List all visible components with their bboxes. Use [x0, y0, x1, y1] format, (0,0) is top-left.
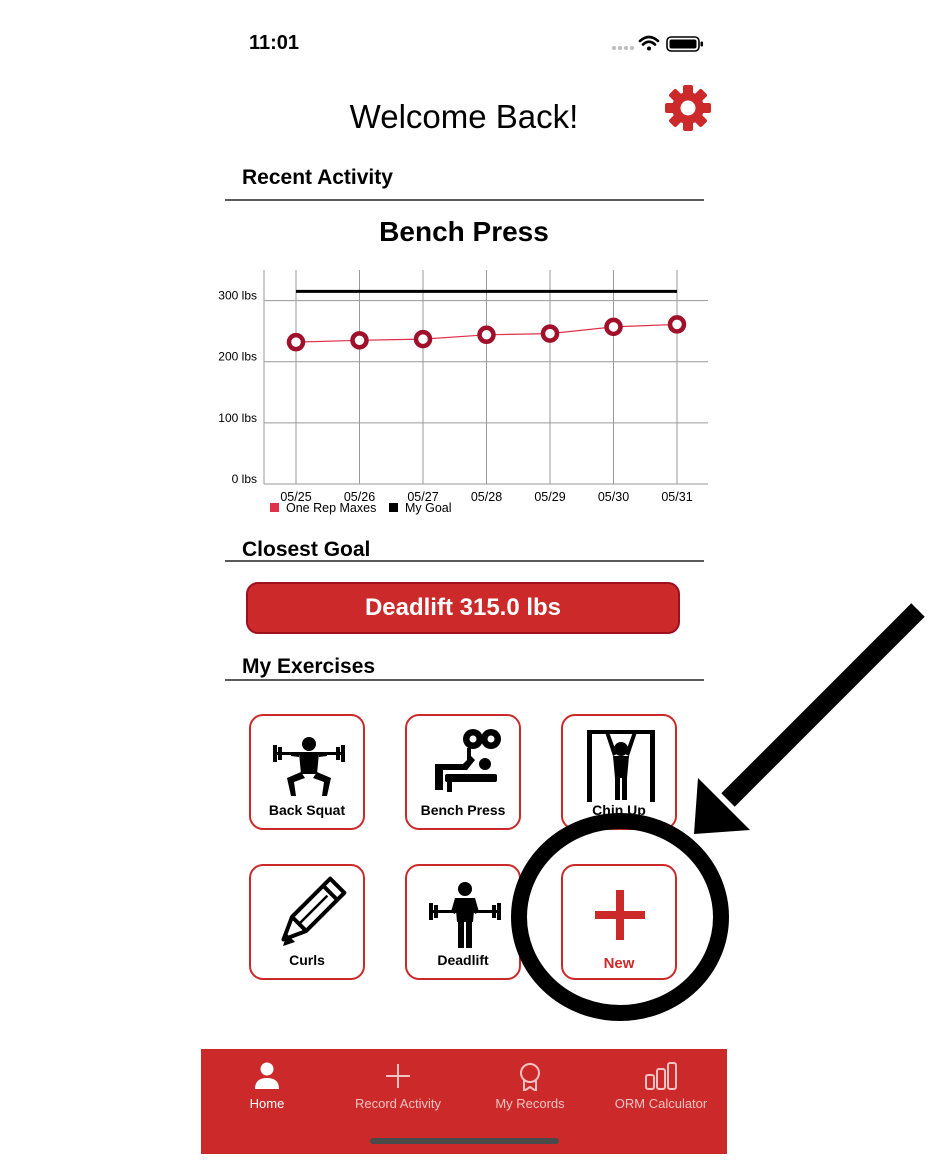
status-icons — [612, 35, 703, 52]
my-exercises-heading: My Exercises — [242, 655, 376, 678]
y-tick-label: 200 lbs — [218, 350, 257, 364]
deadlift-icon — [429, 882, 501, 948]
tab-label: My Records — [495, 1096, 565, 1111]
y-tick-label: 300 lbs — [218, 289, 257, 303]
data-point — [540, 324, 560, 343]
signal-icon — [612, 46, 634, 50]
legend-swatch-one-rep-maxes — [270, 503, 279, 512]
new-exercise-button[interactable]: New — [561, 864, 677, 980]
chart-title: Bench Press — [379, 216, 549, 247]
closest-goal-heading: Closest Goal — [242, 538, 371, 561]
bench-press-icon — [435, 729, 501, 792]
exercise-label: Chin Up — [592, 802, 646, 818]
x-tick-label: 05/29 — [534, 490, 565, 504]
divider — [225, 199, 704, 201]
page-title: Welcome Back! — [349, 98, 579, 135]
squat-icon — [273, 737, 345, 796]
tab-home[interactable]: Home — [207, 1049, 327, 1139]
status-time: 11:01 — [249, 32, 300, 54]
ribbon-icon — [520, 1063, 540, 1091]
tab-label: Record Activity — [355, 1096, 441, 1111]
bench-press-chart: 0 lbs100 lbs200 lbs300 lbs05/25 05/26 05/2… — [218, 270, 708, 515]
tab-my-records[interactable]: My Records — [470, 1049, 590, 1139]
exercise-tile-chin-up[interactable]: Chin Up — [561, 714, 677, 830]
data-point — [477, 325, 496, 345]
wifi-icon — [638, 35, 660, 51]
data-point — [667, 315, 687, 334]
annotation-arrow — [721, 603, 925, 807]
y-tick-label: 100 lbs — [218, 411, 257, 425]
legend-label: My Goal — [405, 501, 452, 515]
y-tick-label: 0 lbs — [232, 472, 257, 486]
home-indicator — [370, 1138, 559, 1144]
tab-orm-calculator[interactable]: ORM Calculator — [601, 1049, 721, 1139]
exercise-label: Deadlift — [437, 952, 489, 968]
data-point — [604, 317, 623, 337]
x-tick-label: 05/31 — [661, 490, 692, 504]
tab-record-activity[interactable]: Record Activity — [338, 1049, 458, 1139]
exercise-label: Back Squat — [268, 802, 346, 818]
chin-up-icon — [587, 730, 655, 802]
exercise-tile-bench-press[interactable]: Bench Press — [405, 714, 521, 830]
divider — [225, 679, 704, 681]
exercise-label: Curls — [289, 952, 325, 968]
person-icon — [255, 1062, 279, 1089]
data-point — [413, 329, 433, 349]
tab-label: ORM Calculator — [614, 1096, 708, 1111]
recent-activity-heading: Recent Activity — [242, 166, 393, 189]
exercise-tile-deadlift[interactable]: Deadlift — [405, 864, 521, 980]
plus-icon — [386, 1064, 410, 1088]
closest-goal-button[interactable]: Deadlift 315.0 lbs — [246, 582, 680, 634]
exercise-tile-back-squat[interactable]: Back Squat — [249, 714, 365, 830]
bar-chart-icon — [645, 1062, 677, 1090]
legend-swatch-my-goal — [389, 503, 398, 512]
plus-icon — [595, 890, 645, 940]
x-tick-label: 05/28 — [471, 490, 502, 504]
exercise-tile-curls[interactable]: Curls — [249, 864, 365, 980]
x-tick-label: 05/30 — [598, 490, 629, 504]
pencil-icon — [281, 876, 347, 946]
divider — [225, 560, 704, 562]
battery-icon — [666, 36, 703, 52]
data-point — [286, 332, 306, 352]
legend-label: One Rep Maxes — [286, 501, 376, 515]
data-point — [350, 331, 369, 350]
tab-label: Home — [249, 1096, 285, 1111]
exercise-label: Bench Press — [420, 802, 506, 818]
gear-icon[interactable] — [664, 84, 712, 132]
exercise-label: New — [603, 955, 635, 972]
annotation-arrow-head — [694, 778, 750, 834]
